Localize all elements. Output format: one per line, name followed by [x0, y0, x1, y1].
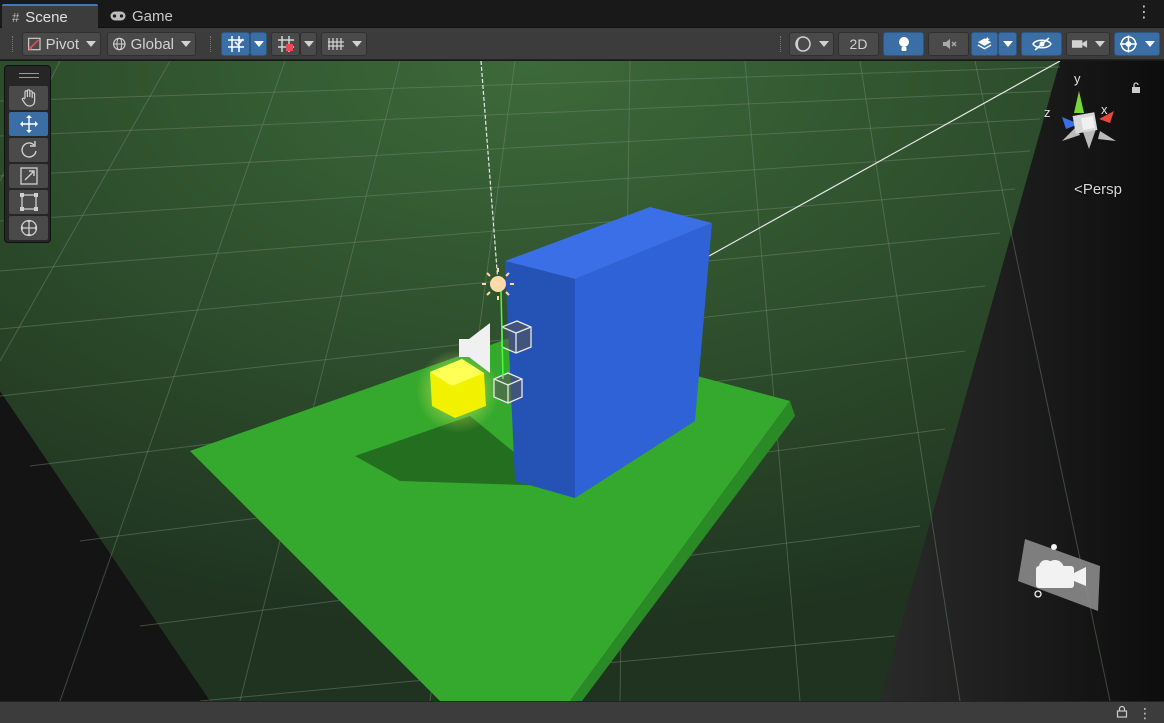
- eye-hidden-icon: [1031, 37, 1052, 51]
- chevron-down-icon: [351, 41, 362, 47]
- move-tool-button[interactable]: [9, 112, 48, 136]
- grid-visibility-dropdown[interactable]: [321, 32, 367, 56]
- chevron-down-icon: [86, 41, 96, 47]
- toolbar-separator: [780, 36, 782, 52]
- 2d-label: 2D: [849, 36, 868, 52]
- rect-transform-icon: [19, 193, 38, 211]
- tools-palette: [4, 65, 51, 243]
- scale-tool-button[interactable]: [9, 164, 48, 188]
- video-camera-icon: [1071, 40, 1088, 48]
- chevron-down-icon: [819, 41, 829, 47]
- chevron-down-icon: [1002, 41, 1013, 47]
- tab-scene[interactable]: # Scene: [2, 4, 98, 28]
- effects-toggle[interactable]: [971, 32, 998, 56]
- gizmo-globe-icon: [1119, 35, 1138, 53]
- gizmos-dropdown[interactable]: [1114, 32, 1160, 56]
- orientation-gizmo[interactable]: y x z: [1044, 69, 1134, 169]
- toolbar-separator: [210, 36, 212, 52]
- tab-game[interactable]: Game: [100, 4, 183, 28]
- tab-bar: # Scene Game ⋮: [0, 0, 1164, 28]
- camera-settings-dropdown[interactable]: [1066, 32, 1110, 56]
- move-arrows-icon: [19, 115, 38, 133]
- layers-effects-icon: [977, 37, 992, 50]
- lightbulb-icon: [898, 37, 909, 51]
- global-dropdown[interactable]: Global: [107, 32, 196, 56]
- gizmo-x-label: x: [1101, 102, 1108, 117]
- rotate-icon: [20, 141, 37, 158]
- increment-snap-icon: [277, 36, 294, 52]
- more-options-icon[interactable]: ⋮: [1136, 5, 1152, 21]
- grid-snap-icon: [227, 36, 244, 52]
- projection-label: Persp: [1082, 181, 1122, 198]
- effects-dropdown[interactable]: [998, 32, 1017, 56]
- scene-toolbar: Pivot Global 2D: [0, 28, 1164, 60]
- 2d-toggle[interactable]: 2D: [838, 32, 879, 56]
- shading-sphere-icon: [795, 36, 811, 52]
- audio-mute-icon: [942, 39, 956, 49]
- palette-drag-handle[interactable]: [19, 73, 39, 78]
- persp-chevron-icon: <: [1074, 181, 1083, 198]
- projection-toggle[interactable]: <Persp: [1074, 181, 1122, 198]
- lock-icon[interactable]: [1116, 705, 1128, 722]
- audio-toggle[interactable]: [928, 32, 969, 56]
- status-bar: ⋮: [0, 701, 1164, 723]
- chevron-down-icon: [253, 41, 264, 47]
- gizmo-y-label: y: [1074, 71, 1081, 86]
- scene-viewport[interactable]: y x z <Persp: [0, 61, 1164, 701]
- gamepad-icon: [110, 9, 126, 24]
- ruler-grid-icon: [327, 38, 344, 50]
- hand-icon: [21, 89, 35, 107]
- chevron-down-icon: [1095, 41, 1105, 47]
- shading-mode-dropdown[interactable]: [789, 32, 834, 56]
- tab-game-label: Game: [132, 7, 173, 25]
- rotate-tool-button[interactable]: [9, 138, 48, 162]
- globe-icon: [113, 37, 126, 51]
- increment-snap-toggle[interactable]: [271, 32, 300, 56]
- axis-gizmo-graphic: [1062, 91, 1116, 149]
- grid-snap-dropdown[interactable]: [250, 32, 267, 56]
- transform-tool-button[interactable]: [9, 216, 48, 240]
- unity-scene-window: # Scene Game ⋮ Pivot Global 2D y x z <Pe…: [0, 0, 1164, 723]
- toolbar-separator: [12, 36, 14, 52]
- global-label: Global: [130, 35, 174, 53]
- transform-combined-icon: [20, 219, 37, 237]
- pivot-dropdown[interactable]: Pivot: [22, 32, 101, 56]
- pivot-label: Pivot: [45, 35, 79, 53]
- scene-render: [0, 61, 1164, 701]
- scene-visibility-toggle[interactable]: [1021, 32, 1062, 56]
- grid-hash-icon: #: [12, 9, 20, 25]
- grid-snap-toggle[interactable]: [221, 32, 250, 56]
- increment-snap-dropdown[interactable]: [300, 32, 317, 56]
- tab-scene-label: Scene: [25, 8, 68, 26]
- lighting-toggle[interactable]: [883, 32, 924, 56]
- hand-tool-button[interactable]: [9, 86, 48, 110]
- rect-tool-button[interactable]: [9, 190, 48, 214]
- chevron-down-icon: [303, 41, 314, 47]
- chevron-down-icon: [181, 41, 191, 47]
- chevron-down-icon: [1145, 41, 1155, 47]
- more-options-icon[interactable]: ⋮: [1138, 705, 1152, 722]
- lock-icon[interactable]: [1130, 81, 1142, 97]
- scale-icon: [19, 167, 38, 185]
- pivot-icon: [28, 37, 41, 51]
- gizmo-z-label: z: [1044, 105, 1051, 120]
